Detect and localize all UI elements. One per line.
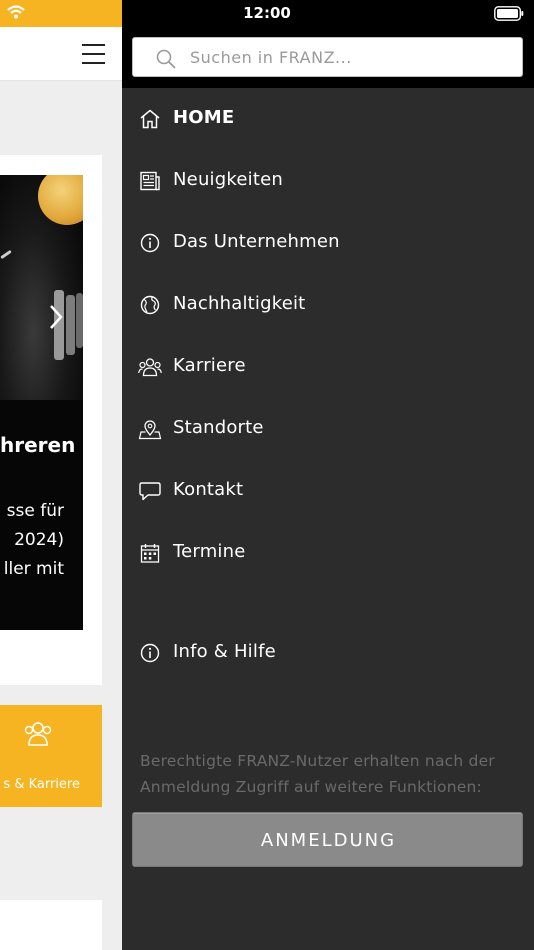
info-icon	[140, 643, 160, 663]
background-header	[0, 27, 122, 81]
menu-item-label: Info & Hilfe	[173, 641, 276, 662]
menu-item-label: Nachhaltigkeit	[173, 293, 306, 314]
map-pin-icon	[138, 420, 162, 440]
menu-item-career[interactable]: Karriere	[122, 336, 534, 398]
slide-photo	[0, 175, 83, 400]
login-button-label: ANMELDUNG	[260, 830, 397, 851]
slide-title: hreren	[0, 433, 76, 457]
menu-item-sustainability[interactable]: Nachhaltigkeit	[122, 274, 534, 336]
login-notice: Berechtigte FRANZ-Nutzer erhalten nach d…	[140, 752, 495, 796]
info-icon	[140, 233, 160, 253]
menu-item-label: Standorte	[173, 417, 264, 438]
wifi-icon	[7, 5, 25, 19]
search-icon	[156, 49, 176, 69]
background-page: hreren sse für 2024) ller mit s & Karrie…	[0, 0, 122, 950]
menu-item-news[interactable]: Neuigkeiten	[122, 150, 534, 212]
slide-text: sse für 2024) ller mit	[3, 501, 64, 579]
people-icon	[138, 358, 162, 377]
status-time: 12:00	[243, 4, 291, 22]
navigation-drawer: 12:00 HOME	[122, 0, 534, 950]
battery-icon	[494, 6, 524, 21]
chat-bubble-icon	[139, 482, 161, 501]
login-button[interactable]: ANMELDUNG	[132, 812, 523, 867]
menu-item-label: Das Unternehmen	[173, 231, 340, 252]
career-tile-label: s & Karriere	[3, 777, 80, 792]
slide-image: hreren sse für 2024) ller mit	[0, 175, 83, 630]
home-icon	[140, 109, 160, 129]
hamburger-menu-icon[interactable]	[82, 44, 106, 64]
menu-item-label: Termine	[173, 541, 246, 562]
search-bar	[122, 27, 534, 88]
chevron-right-icon[interactable]	[46, 303, 66, 331]
menu-item-home[interactable]: HOME	[122, 88, 534, 150]
menu-item-events[interactable]: Termine	[122, 522, 534, 584]
search-input[interactable]	[190, 38, 510, 76]
menu-item-label: HOME	[173, 107, 235, 128]
menu-item-label: Neuigkeiten	[173, 169, 283, 190]
newspaper-icon	[140, 171, 160, 191]
menu-item-label: Kontakt	[173, 479, 244, 500]
menu-item-contact[interactable]: Kontakt	[122, 460, 534, 522]
career-tile[interactable]: s & Karriere	[0, 705, 102, 807]
background-card	[0, 900, 102, 950]
status-bar: 12:00	[122, 0, 534, 27]
calendar-icon	[140, 544, 160, 563]
menu-item-info-help[interactable]: Info & Hilfe	[122, 622, 534, 684]
menu-item-company[interactable]: Das Unternehmen	[122, 212, 534, 274]
globe-icon	[140, 295, 160, 315]
menu-item-label: Karriere	[173, 355, 246, 376]
search-box[interactable]	[132, 37, 523, 77]
people-icon	[24, 722, 52, 746]
background-slider-card: hreren sse für 2024) ller mit	[0, 155, 102, 685]
menu-item-locations[interactable]: Standorte	[122, 398, 534, 460]
background-status-bar	[0, 0, 122, 27]
